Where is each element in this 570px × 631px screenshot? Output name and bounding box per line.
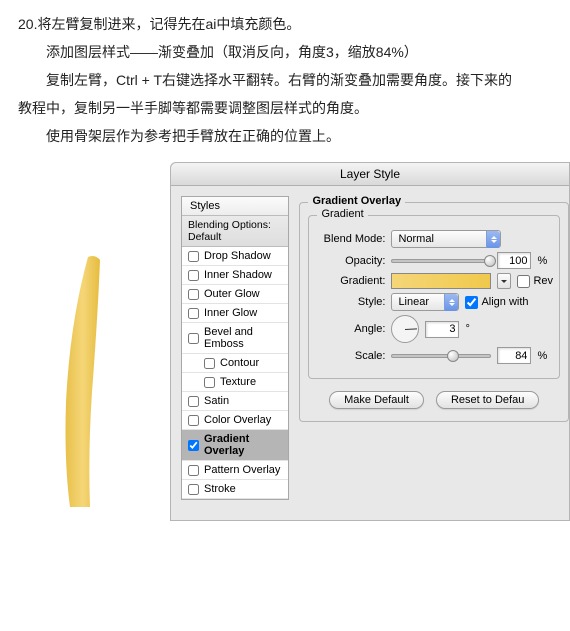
- style-select[interactable]: Linear: [391, 293, 459, 311]
- style-checkbox[interactable]: [188, 270, 199, 281]
- styles-header[interactable]: Styles: [182, 197, 288, 216]
- instruction-line: 20.将左臂复制进来，记得先在ai中填充颜色。: [18, 10, 552, 38]
- reverse-label: Rev: [533, 275, 553, 287]
- blend-mode-select[interactable]: Normal: [391, 230, 501, 248]
- instruction-line: 教程中，复制另一半手脚等都需要调整图层样式的角度。: [18, 94, 552, 122]
- chevron-down-icon: [501, 280, 507, 283]
- reverse-checkbox[interactable]: Rev: [517, 275, 553, 288]
- arm-shape-icon: [50, 252, 120, 512]
- percent-label: %: [537, 350, 547, 362]
- style-checkbox[interactable]: [188, 333, 199, 344]
- style-item-label: Stroke: [204, 483, 236, 495]
- style-checkbox[interactable]: [204, 377, 215, 388]
- gradient-swatch[interactable]: [391, 273, 491, 289]
- opacity-input[interactable]: [497, 252, 531, 269]
- angle-input[interactable]: [425, 321, 459, 338]
- instruction-line: 复制左臂，Ctrl + T右键选择水平翻转。右臂的渐变叠加需要角度。接下来的: [18, 66, 552, 94]
- style-item-gradient-overlay[interactable]: Gradient Overlay: [182, 430, 288, 461]
- gradient-overlay-panel: Gradient Overlay Gradient Blend Mode: No…: [299, 196, 569, 500]
- blend-mode-label: Blend Mode:: [315, 233, 385, 245]
- percent-label: %: [537, 255, 547, 267]
- dropdown-arrows-icon: [444, 294, 458, 311]
- blending-options-row[interactable]: Blending Options: Default: [182, 216, 288, 247]
- style-item-label: Inner Shadow: [204, 269, 272, 281]
- style-item-bevel-and-emboss[interactable]: Bevel and Emboss: [182, 323, 288, 354]
- style-item-label: Bevel and Emboss: [204, 326, 282, 350]
- styles-list-panel: Styles Blending Options: Default Drop Sh…: [181, 196, 289, 500]
- style-label: Style:: [315, 296, 385, 308]
- style-item-label: Pattern Overlay: [204, 464, 280, 476]
- style-checkbox[interactable]: [188, 484, 199, 495]
- style-item-label: Drop Shadow: [204, 250, 271, 262]
- panel-subheading: Gradient: [317, 208, 367, 220]
- style-item-drop-shadow[interactable]: Drop Shadow: [182, 247, 288, 266]
- dropdown-arrows-icon: [486, 231, 500, 248]
- style-item-label: Texture: [220, 376, 256, 388]
- tutorial-text-block: 20.将左臂复制进来，记得先在ai中填充颜色。 添加图层样式——渐变叠加（取消反…: [0, 0, 570, 154]
- opacity-label: Opacity:: [315, 255, 385, 267]
- align-checkbox[interactable]: Align with: [465, 296, 528, 309]
- style-checkbox[interactable]: [188, 289, 199, 300]
- style-item-label: Color Overlay: [204, 414, 271, 426]
- style-item-color-overlay[interactable]: Color Overlay: [182, 411, 288, 430]
- layer-style-dialog: Layer Style Styles Blending Options: Def…: [170, 162, 570, 521]
- instruction-line: 使用骨架层作为参考把手臂放在正确的位置上。: [18, 122, 552, 150]
- dialog-title: Layer Style: [171, 163, 569, 186]
- style-checkbox[interactable]: [188, 440, 199, 451]
- style-item-satin[interactable]: Satin: [182, 392, 288, 411]
- opacity-slider[interactable]: [391, 259, 491, 263]
- align-label: Align with: [481, 296, 528, 308]
- scale-input[interactable]: [497, 347, 531, 364]
- gradient-label: Gradient:: [315, 275, 385, 287]
- scale-label: Scale:: [315, 350, 385, 362]
- make-default-button[interactable]: Make Default: [329, 391, 424, 409]
- angle-hand-icon: [405, 328, 417, 330]
- instruction-line: 添加图层样式——渐变叠加（取消反向，角度3，缩放84%）: [18, 38, 552, 66]
- angle-label: Angle:: [315, 323, 385, 335]
- degree-label: °: [465, 323, 469, 335]
- angle-dial[interactable]: [391, 315, 419, 343]
- style-item-label: Inner Glow: [204, 307, 257, 319]
- style-checkbox[interactable]: [188, 465, 199, 476]
- style-value: Linear: [398, 296, 429, 308]
- panel-heading: Gradient Overlay: [308, 195, 405, 207]
- style-checkbox[interactable]: [188, 415, 199, 426]
- gradient-dropdown-button[interactable]: [497, 273, 511, 289]
- style-item-contour[interactable]: Contour: [182, 354, 288, 373]
- style-item-outer-glow[interactable]: Outer Glow: [182, 285, 288, 304]
- reverse-checkbox-input[interactable]: [517, 275, 530, 288]
- slider-thumb-icon[interactable]: [484, 255, 496, 267]
- style-checkbox[interactable]: [188, 251, 199, 262]
- style-item-label: Gradient Overlay: [204, 433, 282, 457]
- style-item-label: Contour: [220, 357, 259, 369]
- style-item-inner-shadow[interactable]: Inner Shadow: [182, 266, 288, 285]
- slider-thumb-icon[interactable]: [447, 350, 459, 362]
- scale-slider[interactable]: [391, 354, 491, 358]
- style-item-label: Outer Glow: [204, 288, 260, 300]
- style-item-pattern-overlay[interactable]: Pattern Overlay: [182, 461, 288, 480]
- style-checkbox[interactable]: [204, 358, 215, 369]
- style-item-texture[interactable]: Texture: [182, 373, 288, 392]
- style-item-label: Satin: [204, 395, 229, 407]
- style-item-stroke[interactable]: Stroke: [182, 480, 288, 499]
- align-checkbox-input[interactable]: [465, 296, 478, 309]
- blend-mode-value: Normal: [398, 233, 433, 245]
- style-item-inner-glow[interactable]: Inner Glow: [182, 304, 288, 323]
- style-checkbox[interactable]: [188, 396, 199, 407]
- arm-illustration: [0, 162, 170, 521]
- reset-default-button[interactable]: Reset to Defau: [436, 391, 539, 409]
- style-checkbox[interactable]: [188, 308, 199, 319]
